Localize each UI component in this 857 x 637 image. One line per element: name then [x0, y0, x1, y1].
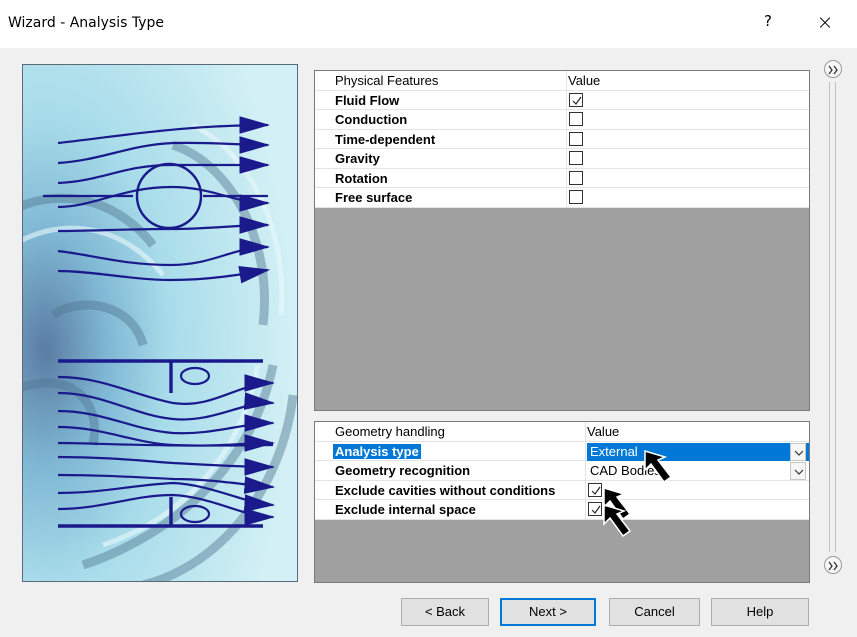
geometry-recognition-dropdown[interactable]: CAD Bodies — [587, 462, 809, 480]
pointer-arrow-icon — [603, 503, 632, 538]
exclude-internal-row[interactable]: Exclude internal space — [315, 500, 809, 520]
free-surface-checkbox[interactable] — [569, 190, 583, 204]
exclude-cavities-row[interactable]: Exclude cavities without conditions — [315, 480, 809, 500]
column-header-name: Physical Features — [335, 73, 439, 88]
column-header-value: Value — [568, 73, 601, 88]
flow-illustration — [22, 64, 298, 582]
feature-label: Fluid Flow — [335, 92, 400, 108]
chevron-down-icon[interactable] — [790, 462, 806, 480]
feature-label: Conduction — [335, 112, 408, 127]
next-button[interactable]: Next > — [500, 598, 596, 626]
physical-features-grid: Physical Features Value Fluid Flow Condu… — [314, 70, 810, 411]
window-title: Wizard - Analysis Type — [8, 15, 164, 31]
chevron-down-icon[interactable] — [790, 442, 806, 461]
scroll-track[interactable] — [829, 82, 830, 552]
pointer-arrow-icon — [644, 449, 673, 484]
feature-label: Rotation — [335, 170, 388, 186]
feature-label: Free surface — [335, 190, 413, 205]
feature-row-gravity[interactable]: Gravity — [315, 149, 809, 169]
close-button[interactable]: × — [810, 9, 840, 35]
help-title-button[interactable]: ? — [758, 12, 778, 32]
grid-header: Physical Features Value — [315, 71, 809, 91]
back-button[interactable]: < Back — [401, 598, 489, 626]
feature-row-rotation[interactable]: Rotation — [315, 168, 809, 188]
feature-row-time-dependent[interactable]: Time-dependent — [315, 129, 809, 149]
feature-row-free-surface[interactable]: Free surface — [315, 188, 809, 208]
feature-row-conduction[interactable]: Conduction — [315, 110, 809, 130]
geometry-recognition-row[interactable]: Geometry recognition CAD Bodies — [315, 461, 809, 481]
expand-up-icon[interactable] — [824, 60, 842, 78]
fluid-flow-checkbox[interactable] — [569, 92, 583, 107]
feature-label: Time-dependent — [335, 131, 436, 147]
rotation-checkbox[interactable] — [569, 170, 583, 185]
time-dependent-checkbox[interactable] — [569, 131, 583, 146]
expand-down-icon[interactable] — [824, 556, 842, 574]
exclude-internal-checkbox[interactable] — [588, 502, 602, 516]
analysis-type-dropdown[interactable]: External — [587, 442, 809, 461]
feature-label: Gravity — [335, 151, 380, 166]
column-header-name: Geometry handling — [335, 424, 445, 439]
analysis-type-row[interactable]: Analysis type External — [315, 441, 809, 461]
feature-row-fluid-flow[interactable]: Fluid Flow — [315, 90, 809, 110]
exclude-internal-label: Exclude internal space — [335, 502, 476, 517]
cancel-button[interactable]: Cancel — [609, 598, 700, 626]
geometry-recognition-label: Geometry recognition — [335, 463, 471, 478]
analysis-type-label: Analysis type — [333, 443, 421, 459]
title-bar: Wizard - Analysis Type ? × — [0, 0, 857, 48]
grid-header: Geometry handling Value — [315, 422, 809, 442]
analysis-type-value: External — [590, 443, 638, 459]
scroll-track — [835, 82, 836, 552]
geometry-handling-grid: Geometry handling Value Analysis type Ex… — [314, 421, 810, 583]
help-button[interactable]: Help — [711, 598, 809, 626]
column-header-value: Value — [587, 424, 620, 439]
exclude-cavities-label: Exclude cavities without conditions — [335, 482, 556, 498]
conduction-checkbox[interactable] — [569, 112, 583, 126]
exclude-cavities-checkbox[interactable] — [588, 482, 602, 497]
gravity-checkbox[interactable] — [569, 151, 583, 165]
